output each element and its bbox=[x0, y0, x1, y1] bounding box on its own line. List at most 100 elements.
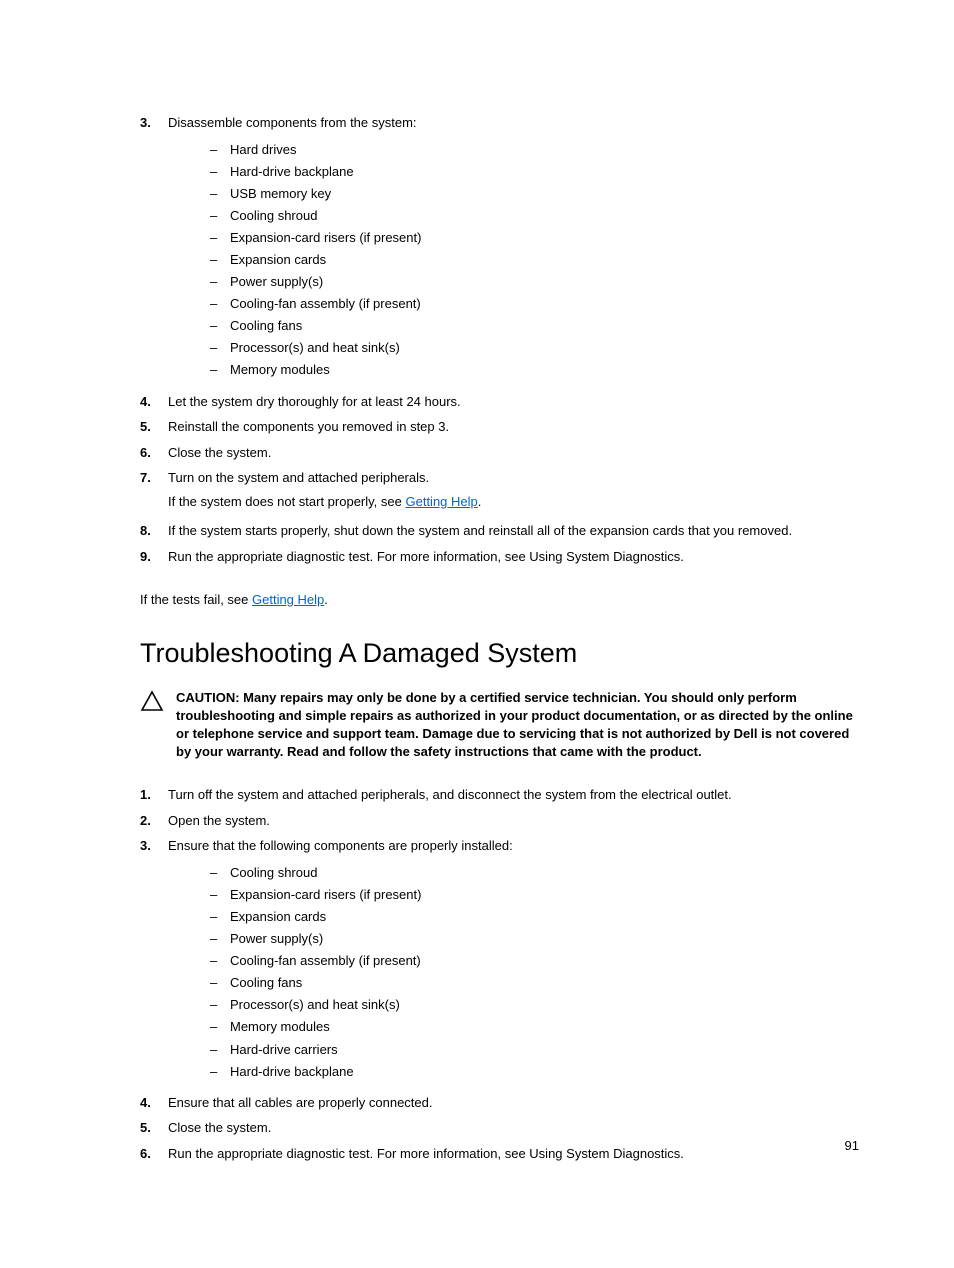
getting-help-link[interactable]: Getting Help bbox=[405, 494, 477, 509]
step-number: 7. bbox=[140, 468, 168, 515]
tests-fail-paragraph: If the tests fail, see Getting Help. bbox=[140, 590, 859, 610]
step-text: Run the appropriate diagnostic test. For… bbox=[168, 547, 859, 567]
step-4: 4.Ensure that all cables are properly co… bbox=[140, 1093, 859, 1113]
step-body: Ensure that the following components are… bbox=[168, 836, 859, 1086]
step-number: 4. bbox=[140, 392, 168, 412]
step-number: 4. bbox=[140, 1093, 168, 1113]
section-heading: Troubleshooting A Damaged System bbox=[140, 638, 859, 669]
list-item: –Cooling-fan assembly (if present) bbox=[210, 950, 859, 972]
step-4: 4.Let the system dry thoroughly for at l… bbox=[140, 392, 859, 412]
dash-icon: – bbox=[210, 862, 230, 884]
caution-block: CAUTION: Many repairs may only be done b… bbox=[140, 689, 859, 762]
getting-help-link[interactable]: Getting Help bbox=[252, 592, 324, 607]
step-line2: If the system does not start properly, s… bbox=[168, 492, 859, 512]
step-line1: Turn on the system and attached peripher… bbox=[168, 468, 859, 488]
step-text: If the system starts properly, shut down… bbox=[168, 521, 859, 541]
dash-icon: – bbox=[210, 271, 230, 293]
dash-icon: – bbox=[210, 1016, 230, 1038]
text-fragment: If the system does not start properly, s… bbox=[168, 494, 405, 509]
step-text: Close the system. bbox=[168, 443, 859, 463]
dash-icon: – bbox=[210, 249, 230, 271]
list-item: –Hard-drive backplane bbox=[210, 1061, 859, 1083]
item-text: Hard drives bbox=[230, 139, 296, 161]
dash-icon: – bbox=[210, 1061, 230, 1083]
bottom-step3-sublist: –Cooling shroud –Expansion-card risers (… bbox=[210, 862, 859, 1083]
item-text: Cooling-fan assembly (if present) bbox=[230, 950, 421, 972]
dash-icon: – bbox=[210, 994, 230, 1016]
dash-icon: – bbox=[210, 359, 230, 381]
list-item: –Hard drives bbox=[210, 139, 859, 161]
list-item: –Processor(s) and heat sink(s) bbox=[210, 994, 859, 1016]
step-text: Ensure that the following components are… bbox=[168, 836, 859, 856]
dash-icon: – bbox=[210, 161, 230, 183]
step-text: Close the system. bbox=[168, 1118, 859, 1138]
list-item: –Memory modules bbox=[210, 1016, 859, 1038]
page-number: 91 bbox=[845, 1138, 859, 1153]
step-1: 1.Turn off the system and attached perip… bbox=[140, 785, 859, 805]
item-text: Processor(s) and heat sink(s) bbox=[230, 337, 400, 359]
list-item: –Expansion cards bbox=[210, 906, 859, 928]
text-fragment: . bbox=[324, 592, 328, 607]
dash-icon: – bbox=[210, 183, 230, 205]
item-text: Cooling shroud bbox=[230, 205, 317, 227]
item-text: Hard-drive backplane bbox=[230, 1061, 354, 1083]
step-2: 2.Open the system. bbox=[140, 811, 859, 831]
step-number: 5. bbox=[140, 417, 168, 437]
list-item: –Expansion-card risers (if present) bbox=[210, 884, 859, 906]
item-text: Cooling-fan assembly (if present) bbox=[230, 293, 421, 315]
step-3: 3. Ensure that the following components … bbox=[140, 836, 859, 1086]
step-8: 8.If the system starts properly, shut do… bbox=[140, 521, 859, 541]
item-text: Cooling fans bbox=[230, 972, 302, 994]
dash-icon: – bbox=[210, 1039, 230, 1061]
step-9: 9.Run the appropriate diagnostic test. F… bbox=[140, 547, 859, 567]
step-text: Turn off the system and attached periphe… bbox=[168, 785, 859, 805]
list-item: –Power supply(s) bbox=[210, 271, 859, 293]
step-text: Ensure that all cables are properly conn… bbox=[168, 1093, 859, 1113]
dash-icon: – bbox=[210, 315, 230, 337]
step-number: 8. bbox=[140, 521, 168, 541]
item-text: Hard-drive backplane bbox=[230, 161, 354, 183]
step-7: 7. Turn on the system and attached perip… bbox=[140, 468, 859, 515]
list-item: –Expansion-card risers (if present) bbox=[210, 227, 859, 249]
step-text: Reinstall the components you removed in … bbox=[168, 417, 859, 437]
item-text: Hard-drive carriers bbox=[230, 1039, 338, 1061]
list-item: –Cooling fans bbox=[210, 315, 859, 337]
item-text: Power supply(s) bbox=[230, 928, 323, 950]
step-number: 6. bbox=[140, 1144, 168, 1164]
item-text: USB memory key bbox=[230, 183, 331, 205]
dash-icon: – bbox=[210, 884, 230, 906]
step-text: Open the system. bbox=[168, 811, 859, 831]
step-number: 1. bbox=[140, 785, 168, 805]
dash-icon: – bbox=[210, 972, 230, 994]
top-steps-list: 3. Disassemble components from the syste… bbox=[140, 113, 859, 566]
step-5: 5.Close the system. bbox=[140, 1118, 859, 1138]
caution-icon bbox=[140, 689, 164, 713]
item-text: Expansion cards bbox=[230, 906, 326, 928]
step-number: 2. bbox=[140, 811, 168, 831]
step-text: Let the system dry thoroughly for at lea… bbox=[168, 392, 859, 412]
dash-icon: – bbox=[210, 293, 230, 315]
step-6: 6.Close the system. bbox=[140, 443, 859, 463]
dash-icon: – bbox=[210, 227, 230, 249]
list-item: –USB memory key bbox=[210, 183, 859, 205]
item-text: Expansion-card risers (if present) bbox=[230, 227, 421, 249]
dash-icon: – bbox=[210, 139, 230, 161]
list-item: –Memory modules bbox=[210, 359, 859, 381]
item-text: Memory modules bbox=[230, 359, 330, 381]
item-text: Power supply(s) bbox=[230, 271, 323, 293]
list-item: –Hard-drive backplane bbox=[210, 161, 859, 183]
dash-icon: – bbox=[210, 205, 230, 227]
step-number: 3. bbox=[140, 113, 168, 386]
dash-icon: – bbox=[210, 337, 230, 359]
caution-text: CAUTION: Many repairs may only be done b… bbox=[176, 689, 859, 762]
bottom-steps-list: 1.Turn off the system and attached perip… bbox=[140, 785, 859, 1163]
list-item: –Expansion cards bbox=[210, 249, 859, 271]
step-number: 3. bbox=[140, 836, 168, 1086]
item-text: Cooling fans bbox=[230, 315, 302, 337]
text-fragment: If the tests fail, see bbox=[140, 592, 252, 607]
step-body: Turn on the system and attached peripher… bbox=[168, 468, 859, 515]
step-3: 3. Disassemble components from the syste… bbox=[140, 113, 859, 386]
dash-icon: – bbox=[210, 950, 230, 972]
step-6: 6.Run the appropriate diagnostic test. F… bbox=[140, 1144, 859, 1164]
list-item: –Cooling fans bbox=[210, 972, 859, 994]
